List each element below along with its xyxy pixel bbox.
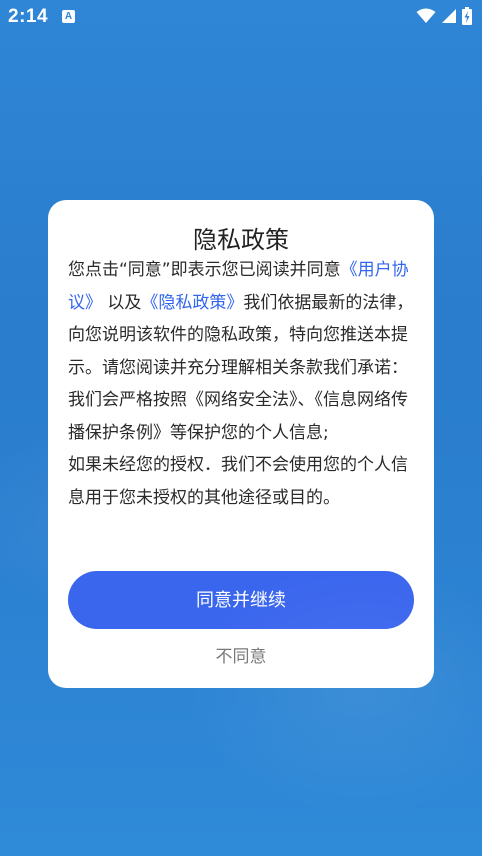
disagree-button[interactable]: 不同意 [48, 642, 434, 667]
app-screen: 2:14 A 隐私政策 您点击“同意”即表示您已阅读并同意《用户协议》 以及《隐… [0, 0, 482, 856]
app-notification-icon: A [62, 10, 75, 23]
status-icons [416, 7, 472, 25]
wifi-icon [416, 8, 436, 24]
intro-text-a: 您点击“同意”即表示您已阅读并同意 [68, 260, 341, 280]
policy-paragraph-consent: 如果未经您的授权．我们不会使用您的个人信息用于您未授权的其他途径或目的。 [68, 455, 408, 508]
dialog-body: 您点击“同意”即表示您已阅读并同意《用户协议》 以及《隐私政策》我们依据最新的法… [68, 254, 416, 514]
status-bar: 2:14 A [0, 0, 482, 34]
status-time: 2:14 [8, 6, 49, 27]
agree-continue-button[interactable]: 同意并继续 [68, 571, 414, 629]
signal-icon [441, 8, 457, 24]
policy-paragraph-law: 我们会严格按照《网络安全法》、《信息网络传播保护条例》等保护您的个人信息; [68, 390, 408, 443]
policy-paragraph-intro: 您点击“同意”即表示您已阅读并同意《用户协议》 以及《隐私政策》我们依据最新的法… [68, 254, 416, 384]
privacy-policy-link[interactable]: 《隐私政策》 [141, 293, 243, 313]
privacy-policy-dialog: 隐私政策 您点击“同意”即表示您已阅读并同意《用户协议》 以及《隐私政策》我们依… [48, 200, 434, 688]
battery-charging-icon [462, 7, 472, 25]
dialog-title: 隐私政策 [193, 226, 289, 254]
intro-text-b: 以及 [107, 292, 142, 313]
